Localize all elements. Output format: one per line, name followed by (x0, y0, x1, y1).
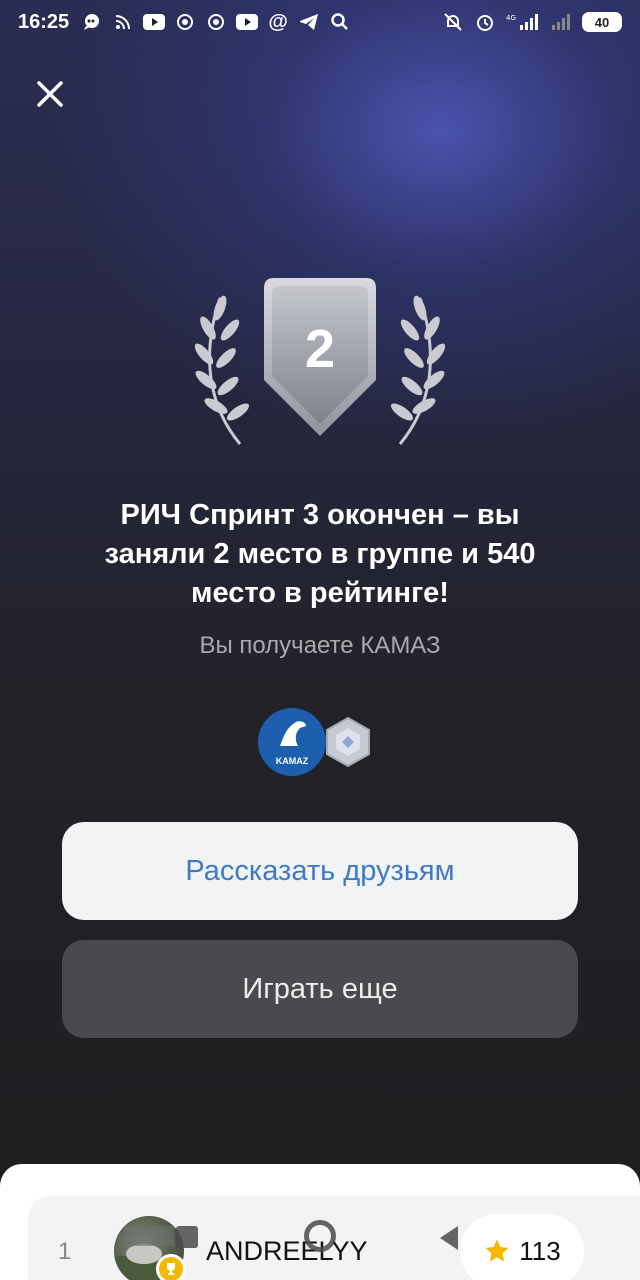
close-button[interactable] (30, 74, 70, 114)
recents-nav-button[interactable] (176, 1226, 198, 1248)
signal-weak-icon (550, 13, 572, 31)
search-icon (329, 13, 351, 31)
at-sign-icon: @ (268, 10, 288, 33)
home-nav-button[interactable] (304, 1220, 336, 1252)
status-bar: 16:25 @ 4G 40 (0, 0, 640, 44)
app-emblem-icon (174, 13, 196, 31)
leaderboard-score: 113 (519, 1235, 561, 1266)
trophy-icon (156, 1254, 186, 1280)
horse-icon (280, 721, 306, 746)
telegram-icon (298, 13, 320, 31)
laurel-right-icon (390, 295, 446, 445)
play-again-button[interactable]: Играть еще (62, 940, 578, 1038)
place-number: 2 (304, 319, 336, 379)
leaderboard-username: ANDREELYY (206, 1236, 368, 1266)
svg-text:4G: 4G (506, 14, 516, 22)
battery-indicator: 40 (582, 12, 622, 32)
laurel-left-icon (194, 295, 250, 445)
notifications-muted-icon (442, 13, 464, 31)
system-icons: 4G 40 (442, 12, 622, 32)
status-time: 16:25 (18, 10, 70, 33)
app-emblem-icon-2 (205, 13, 227, 31)
result-screen: 16:25 @ 4G 40 2 РИЧ Спринт 3 окончен – в… (0, 0, 640, 1280)
close-icon (37, 81, 63, 107)
share-with-friends-button[interactable]: Рассказать друзьям (62, 822, 578, 920)
chat-bubble-icon (81, 13, 103, 31)
notification-icons: @ (81, 10, 351, 33)
alarm-icon (474, 13, 496, 31)
signal-icon: 4G (506, 13, 540, 31)
kamaz-logo: KAMAZ (258, 708, 326, 776)
youtube-icon-2 (236, 13, 259, 31)
hex-badge-icon (322, 716, 374, 768)
star-icon (485, 1239, 509, 1262)
score-pill: 113 (460, 1214, 584, 1280)
reward-text: Вы получаете КАМАЗ (199, 632, 441, 659)
rss-icon (112, 13, 134, 31)
leaderboard-rank: 1 (58, 1238, 72, 1265)
reward-badges: KAMAZ (258, 706, 378, 780)
result-headline: РИЧ Спринт 3 окончен – вы заняли 2 место… (104, 499, 536, 609)
kamaz-logo-text: KAMAZ (275, 756, 309, 766)
back-nav-button[interactable] (440, 1226, 458, 1250)
youtube-icon (143, 13, 166, 31)
